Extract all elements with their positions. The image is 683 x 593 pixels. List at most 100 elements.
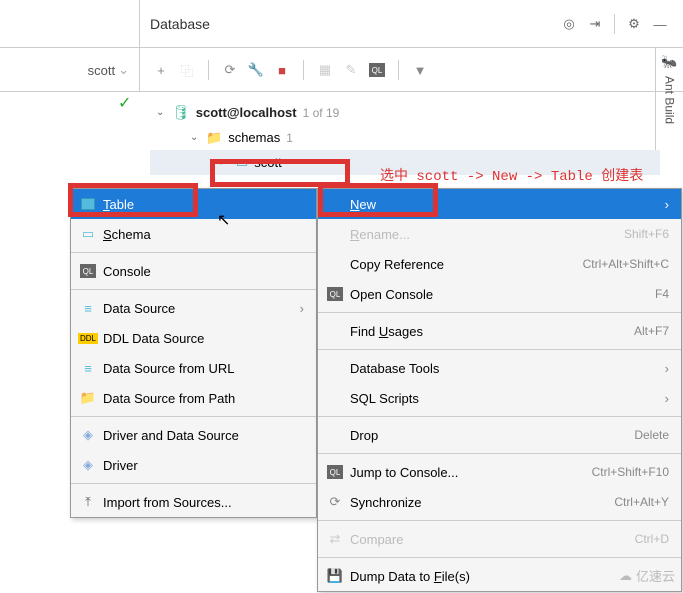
menu-item[interactable]: Database Tools›	[318, 353, 681, 383]
menu-item[interactable]: SQL Scripts›	[318, 383, 681, 413]
chevron-right-icon: ›	[665, 361, 669, 376]
menu-item[interactable]: ◈ Driver	[71, 450, 316, 480]
stop-icon[interactable]: ■	[271, 59, 293, 81]
menu-label: Data Source	[103, 301, 300, 316]
chevron-right-icon: ›	[665, 391, 669, 406]
menu-label: Import from Sources...	[103, 495, 304, 510]
schema-chip[interactable]: scott⌄	[88, 62, 129, 78]
ql-icon[interactable]: QL	[366, 59, 388, 81]
blank-icon	[324, 255, 346, 273]
context-menu: New›Rename...Shift+F6Copy ReferenceCtrl+…	[317, 188, 682, 592]
blank-icon	[324, 389, 346, 407]
menu-item[interactable]: QLOpen ConsoleF4	[318, 279, 681, 309]
menu-item[interactable]: DDL DDL Data Source	[71, 323, 316, 353]
menu-label: Compare	[350, 532, 635, 547]
tree-schemas[interactable]: ⌄ 📁 schemas 1	[150, 125, 660, 150]
chevron-down-icon[interactable]: ⌄	[190, 132, 200, 143]
ql-icon: QL	[77, 262, 99, 280]
menu-item[interactable]: ≡Data Source›	[71, 293, 316, 323]
blank-icon	[324, 322, 346, 340]
menu-label: Driver	[103, 458, 304, 473]
shortcut: Ctrl+Shift+F10	[592, 465, 669, 479]
target-icon[interactable]: ◎	[559, 14, 579, 34]
menu-item[interactable]: QL Jump to Console...Ctrl+Shift+F10	[318, 457, 681, 487]
menu-label: Driver and Data Source	[103, 428, 304, 443]
annotation-text: 选中 scott -> New -> Table 创建表	[380, 165, 643, 185]
menu-label: Synchronize	[350, 495, 614, 510]
menu-label: Open Console	[350, 287, 655, 302]
menu-item[interactable]: DropDelete	[318, 420, 681, 450]
ql-icon: QL	[324, 463, 346, 481]
blank-icon	[324, 359, 346, 377]
menu-item[interactable]: ⟳ SynchronizeCtrl+Alt+Y	[318, 487, 681, 517]
filter-icon[interactable]: ▼	[409, 59, 431, 81]
menu-label: DDL Data Source	[103, 331, 304, 346]
folder-icon: 📁	[77, 389, 99, 407]
chevron-right-icon: ›	[300, 301, 304, 316]
chevron-down-icon[interactable]: ⌄	[156, 107, 166, 118]
menu-item[interactable]: 📁 Data Source from Path	[71, 383, 316, 413]
drv-icon: ◈	[77, 456, 99, 474]
database-icon: 🛢	[172, 104, 190, 121]
chevron-right-icon: ›	[665, 197, 669, 212]
menu-item[interactable]: ≡ Data Source from URL	[71, 353, 316, 383]
menu-label: Find Usages	[350, 324, 634, 339]
import-icon: ⤒	[77, 493, 99, 511]
menu-item[interactable]: ⇄ CompareCtrl+D	[318, 524, 681, 554]
blank-icon	[324, 225, 346, 243]
ddl-icon: DDL	[77, 329, 99, 347]
grid-icon[interactable]: ▦	[314, 59, 336, 81]
menu-item[interactable]: ⤒ Import from Sources...	[71, 487, 316, 517]
add-icon[interactable]: +	[150, 59, 172, 81]
shortcut: Shift+F6	[624, 227, 669, 241]
ant-build-label: Ant Build	[663, 76, 677, 124]
sync-icon: ⟳	[324, 493, 346, 511]
tree-root[interactable]: ⌄ 🛢 scott@localhost 1 of 19	[150, 100, 660, 125]
menu-label: Jump to Console...	[350, 465, 592, 480]
folder-icon: 📁	[206, 130, 222, 146]
menu-item[interactable]: Find UsagesAlt+F7	[318, 316, 681, 346]
menu-item[interactable]: ◈ Driver and Data Source	[71, 420, 316, 450]
drv-icon: ◈	[77, 426, 99, 444]
menu-label: SQL Scripts	[350, 391, 665, 406]
menu-item[interactable]: Rename...Shift+F6	[318, 219, 681, 249]
shortcut: Ctrl+D	[635, 532, 669, 546]
shortcut: Delete	[634, 428, 669, 442]
menu-label: Schema	[103, 227, 304, 242]
menu-label: Drop	[350, 428, 634, 443]
cursor-icon: ↖	[217, 210, 230, 230]
shortcut: Ctrl+Alt+Y	[614, 495, 669, 509]
dsurl-icon: ≡	[77, 359, 99, 377]
refresh-icon[interactable]: ⟳	[219, 59, 241, 81]
menu-label: Database Tools	[350, 361, 665, 376]
cloud-icon: ☁	[619, 568, 632, 584]
watermark: ☁ 亿速云	[619, 566, 675, 585]
save-icon: 💾	[324, 567, 346, 585]
shortcut: Alt+F7	[634, 324, 669, 338]
menu-label: Data Source from URL	[103, 361, 304, 376]
menu-item[interactable]: Copy ReferenceCtrl+Alt+Shift+C	[318, 249, 681, 279]
menu-label: Copy Reference	[350, 257, 583, 272]
menu-item[interactable]: QL Console	[71, 256, 316, 286]
collapse-icon[interactable]: ⇥	[585, 14, 605, 34]
submenu-new: Table▭SchemaQLConsole≡Data Source›DDLDDL…	[70, 188, 317, 518]
hide-icon[interactable]: —	[650, 14, 670, 34]
check-icon: ✓	[118, 93, 131, 113]
highlight-box	[318, 183, 438, 217]
highlight-box	[68, 183, 198, 217]
wrench-icon[interactable]: 🔧	[245, 59, 267, 81]
schema-icon: ▭	[77, 225, 99, 243]
menu-label: Console	[103, 264, 304, 279]
shortcut: Ctrl+Alt+Shift+C	[583, 257, 669, 271]
menu-item[interactable]: ▭ Schema	[71, 219, 316, 249]
shortcut: F4	[655, 287, 669, 301]
menu-label: Data Source from Path	[103, 391, 304, 406]
edit-icon[interactable]: ✎	[340, 59, 362, 81]
diff-icon: ⇄	[324, 530, 346, 548]
copy-icon[interactable]: ⿻	[176, 59, 198, 81]
ant-icon: 🐜	[661, 54, 677, 70]
panel-title: Database	[150, 16, 556, 32]
menu-label: Rename...	[350, 227, 624, 242]
gear-icon[interactable]: ⚙	[624, 14, 644, 34]
blank-icon	[324, 426, 346, 444]
